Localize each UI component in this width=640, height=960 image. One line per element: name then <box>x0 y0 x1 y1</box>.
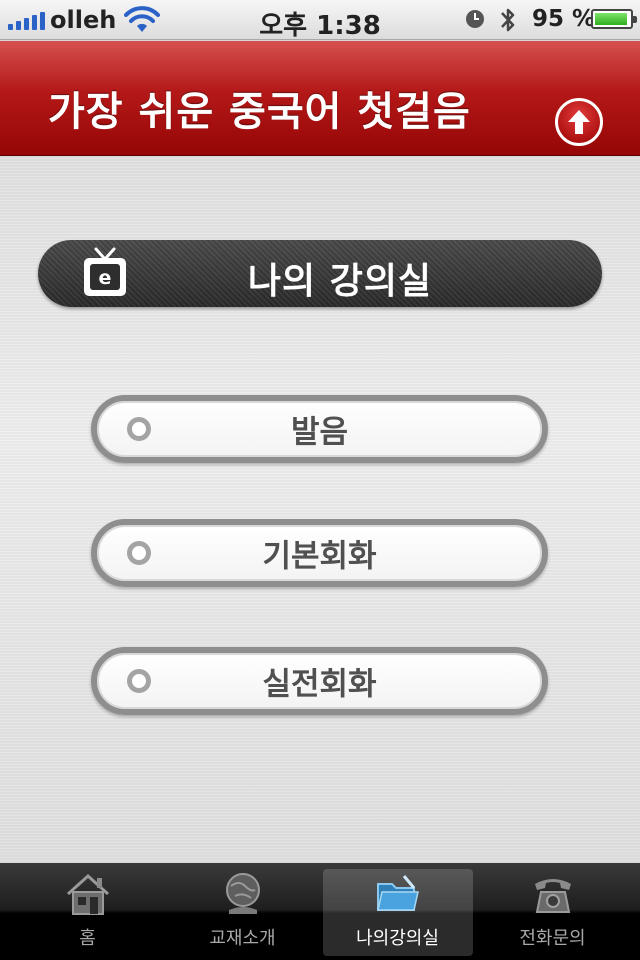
section-banner: e 나의 강의실 <box>38 240 602 307</box>
menu-button-pronunciation[interactable]: 발음 <box>91 395 548 463</box>
globe-icon <box>225 873 260 914</box>
tab-label: 교재소개 <box>209 928 276 949</box>
menu-button-basic-conversation[interactable]: 기본회화 <box>91 519 548 587</box>
scroll-top-button[interactable] <box>555 98 603 146</box>
phone-icon <box>534 879 571 913</box>
bluetooth-icon <box>501 8 515 32</box>
tab-book-intro[interactable]: 교재소개 <box>168 869 318 956</box>
tab-label: 홈 <box>79 928 96 949</box>
tab-bar: 홈 교재소개 나의강의실 전화문의 <box>0 863 640 960</box>
battery-percent: 95 % <box>532 6 596 32</box>
tab-home[interactable]: 홈 <box>13 869 163 956</box>
page-title: 가장 쉬운 중국어 첫걸음 <box>48 89 471 135</box>
tab-label: 전화문의 <box>519 928 586 949</box>
battery-fill <box>595 13 627 25</box>
menu-button-practical-conversation[interactable]: 실전회화 <box>91 647 548 715</box>
tab-label: 나의강의실 <box>356 928 439 949</box>
tab-my-classroom[interactable]: 나의강의실 <box>322 869 473 956</box>
menu-button-label: 발음 <box>290 414 349 451</box>
wifi-icon <box>124 6 160 32</box>
alarm-icon <box>466 10 484 28</box>
section-title: 나의 강의실 <box>247 261 433 302</box>
folder-icon <box>376 875 419 911</box>
home-icon <box>66 873 109 915</box>
battery-icon <box>591 9 637 29</box>
app-header: 가장 쉬운 중국어 첫걸음 <box>0 41 640 156</box>
menu-button-label: 기본회화 <box>262 538 377 575</box>
status-bar: olleh 오후 1:38 95 % <box>0 0 640 41</box>
arrow-up-circle-icon <box>568 110 590 134</box>
carrier-label: olleh <box>50 6 117 34</box>
tab-phone-inquiry[interactable]: 전화문의 <box>478 869 628 956</box>
menu-button-label: 실전회화 <box>262 666 377 703</box>
signal-icon <box>8 10 45 30</box>
